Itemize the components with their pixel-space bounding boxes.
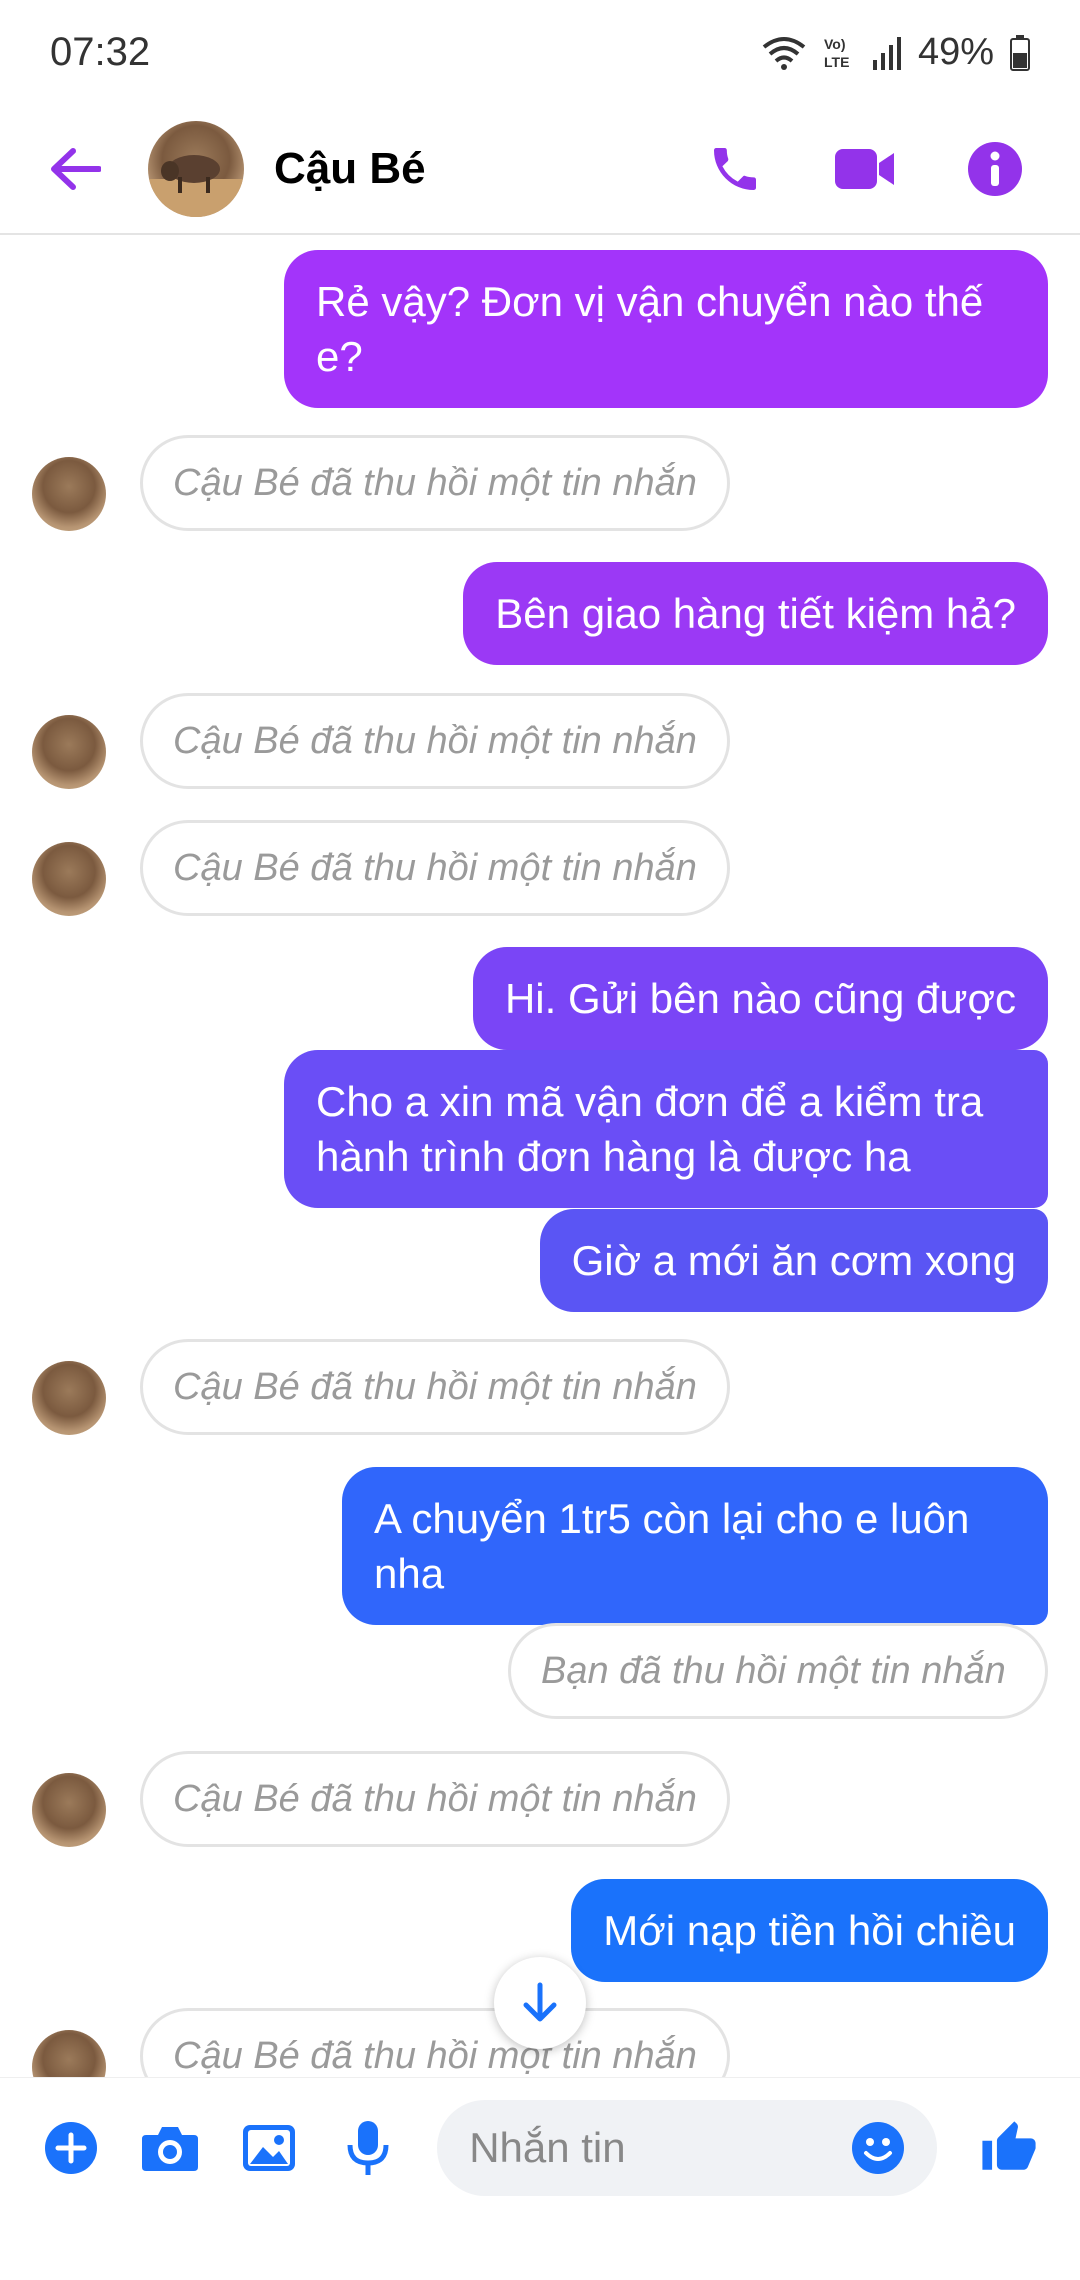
scroll-to-bottom-button[interactable] [494,1957,586,2049]
message-recalled-incoming[interactable]: Cậu Bé đã thu hồi một tin nhắn [140,693,730,789]
message-outgoing[interactable]: Bên giao hàng tiết kiệm hả? [463,562,1048,665]
emoji-icon[interactable] [851,2121,905,2175]
more-actions-button[interactable] [40,2113,103,2183]
video-call-button[interactable] [830,134,900,204]
message-outgoing[interactable]: A chuyển 1tr5 còn lại cho e luôn nha [342,1467,1048,1625]
message-recalled-incoming[interactable]: Cậu Bé đã thu hồi một tin nhắn [140,1339,730,1435]
voice-record-button[interactable] [336,2113,399,2183]
header-actions [700,134,1040,204]
sender-avatar[interactable] [32,842,106,916]
camera-icon [142,2126,199,2171]
messenger-chat-screen: 07:32 Vo) LTE 49% Cậu Bé Rẻ vậy? Đơn vị … [0,0,1080,2280]
message-outgoing[interactable]: Hi. Gửi bên nào cũng được [472,947,1048,1050]
image-icon [242,2124,295,2171]
wifi-icon [762,36,806,70]
info-icon [968,142,1022,196]
svg-text:Vo): Vo) [824,36,846,52]
sender-avatar[interactable] [32,1773,106,1847]
status-bar: 07:32 Vo) LTE 49% [0,0,1080,105]
volte-icon: Vo) LTE [824,36,849,70]
message-composer: Nhắn tin [0,2077,1080,2217]
sender-avatar[interactable] [32,2030,106,2077]
message-recalled-incoming[interactable]: Cậu Bé đã thu hồi một tin nhắn [140,435,730,531]
camera-button[interactable] [139,2113,202,2183]
message-outgoing[interactable]: Mới nạp tiền hồi chiều [571,1879,1048,1982]
voice-call-button[interactable] [700,134,770,204]
svg-text:LTE: LTE [824,54,849,70]
message-outgoing[interactable]: Cho a xin mã vận đơn để a kiểm tra hành … [284,1050,1048,1208]
message-outgoing[interactable]: Giờ a mới ăn cơm xong [539,1209,1048,1312]
status-icons: Vo) LTE 49% [762,31,1030,74]
back-button[interactable] [40,134,110,204]
battery-percent: 49% [917,31,994,73]
contact-avatar[interactable] [148,121,244,217]
arrow-down-icon [523,1982,557,2022]
battery-icon [1010,34,1030,71]
message-list[interactable]: Rẻ vậy? Đơn vị vận chuyển nào thế e? Cậu… [0,237,1080,2077]
sender-avatar[interactable] [32,715,106,789]
message-recalled-incoming[interactable]: Cậu Bé đã thu hồi một tin nhắn [140,2008,730,2077]
phone-icon [714,148,756,190]
message-recalled-outgoing[interactable]: Bạn đã thu hồi một tin nhắn [508,1623,1048,1719]
message-input-placeholder: Nhắn tin [469,2123,626,2171]
sender-avatar[interactable] [32,1361,106,1435]
status-time: 07:32 [50,30,151,74]
contact-name[interactable]: Cậu Bé [274,144,426,194]
message-input[interactable]: Nhắn tin [437,2099,938,2196]
gallery-button[interactable] [238,2113,301,2183]
microphone-icon [347,2120,389,2175]
message-outgoing[interactable]: Rẻ vậy? Đơn vị vận chuyển nào thế e? [284,250,1048,408]
like-button[interactable] [977,2113,1040,2183]
back-arrow-icon [51,148,101,190]
warthog-image-icon [148,155,244,217]
sender-avatar[interactable] [32,457,106,531]
chat-header: Cậu Bé [0,105,1080,235]
info-button[interactable] [960,134,1030,204]
thumbs-up-icon [981,2120,1036,2170]
message-recalled-incoming[interactable]: Cậu Bé đã thu hồi một tin nhắn [140,1751,730,1847]
message-recalled-incoming[interactable]: Cậu Bé đã thu hồi một tin nhắn [140,820,730,916]
signal-icon [872,36,901,70]
video-camera-icon [835,149,894,189]
plus-circle-icon [45,2121,98,2174]
